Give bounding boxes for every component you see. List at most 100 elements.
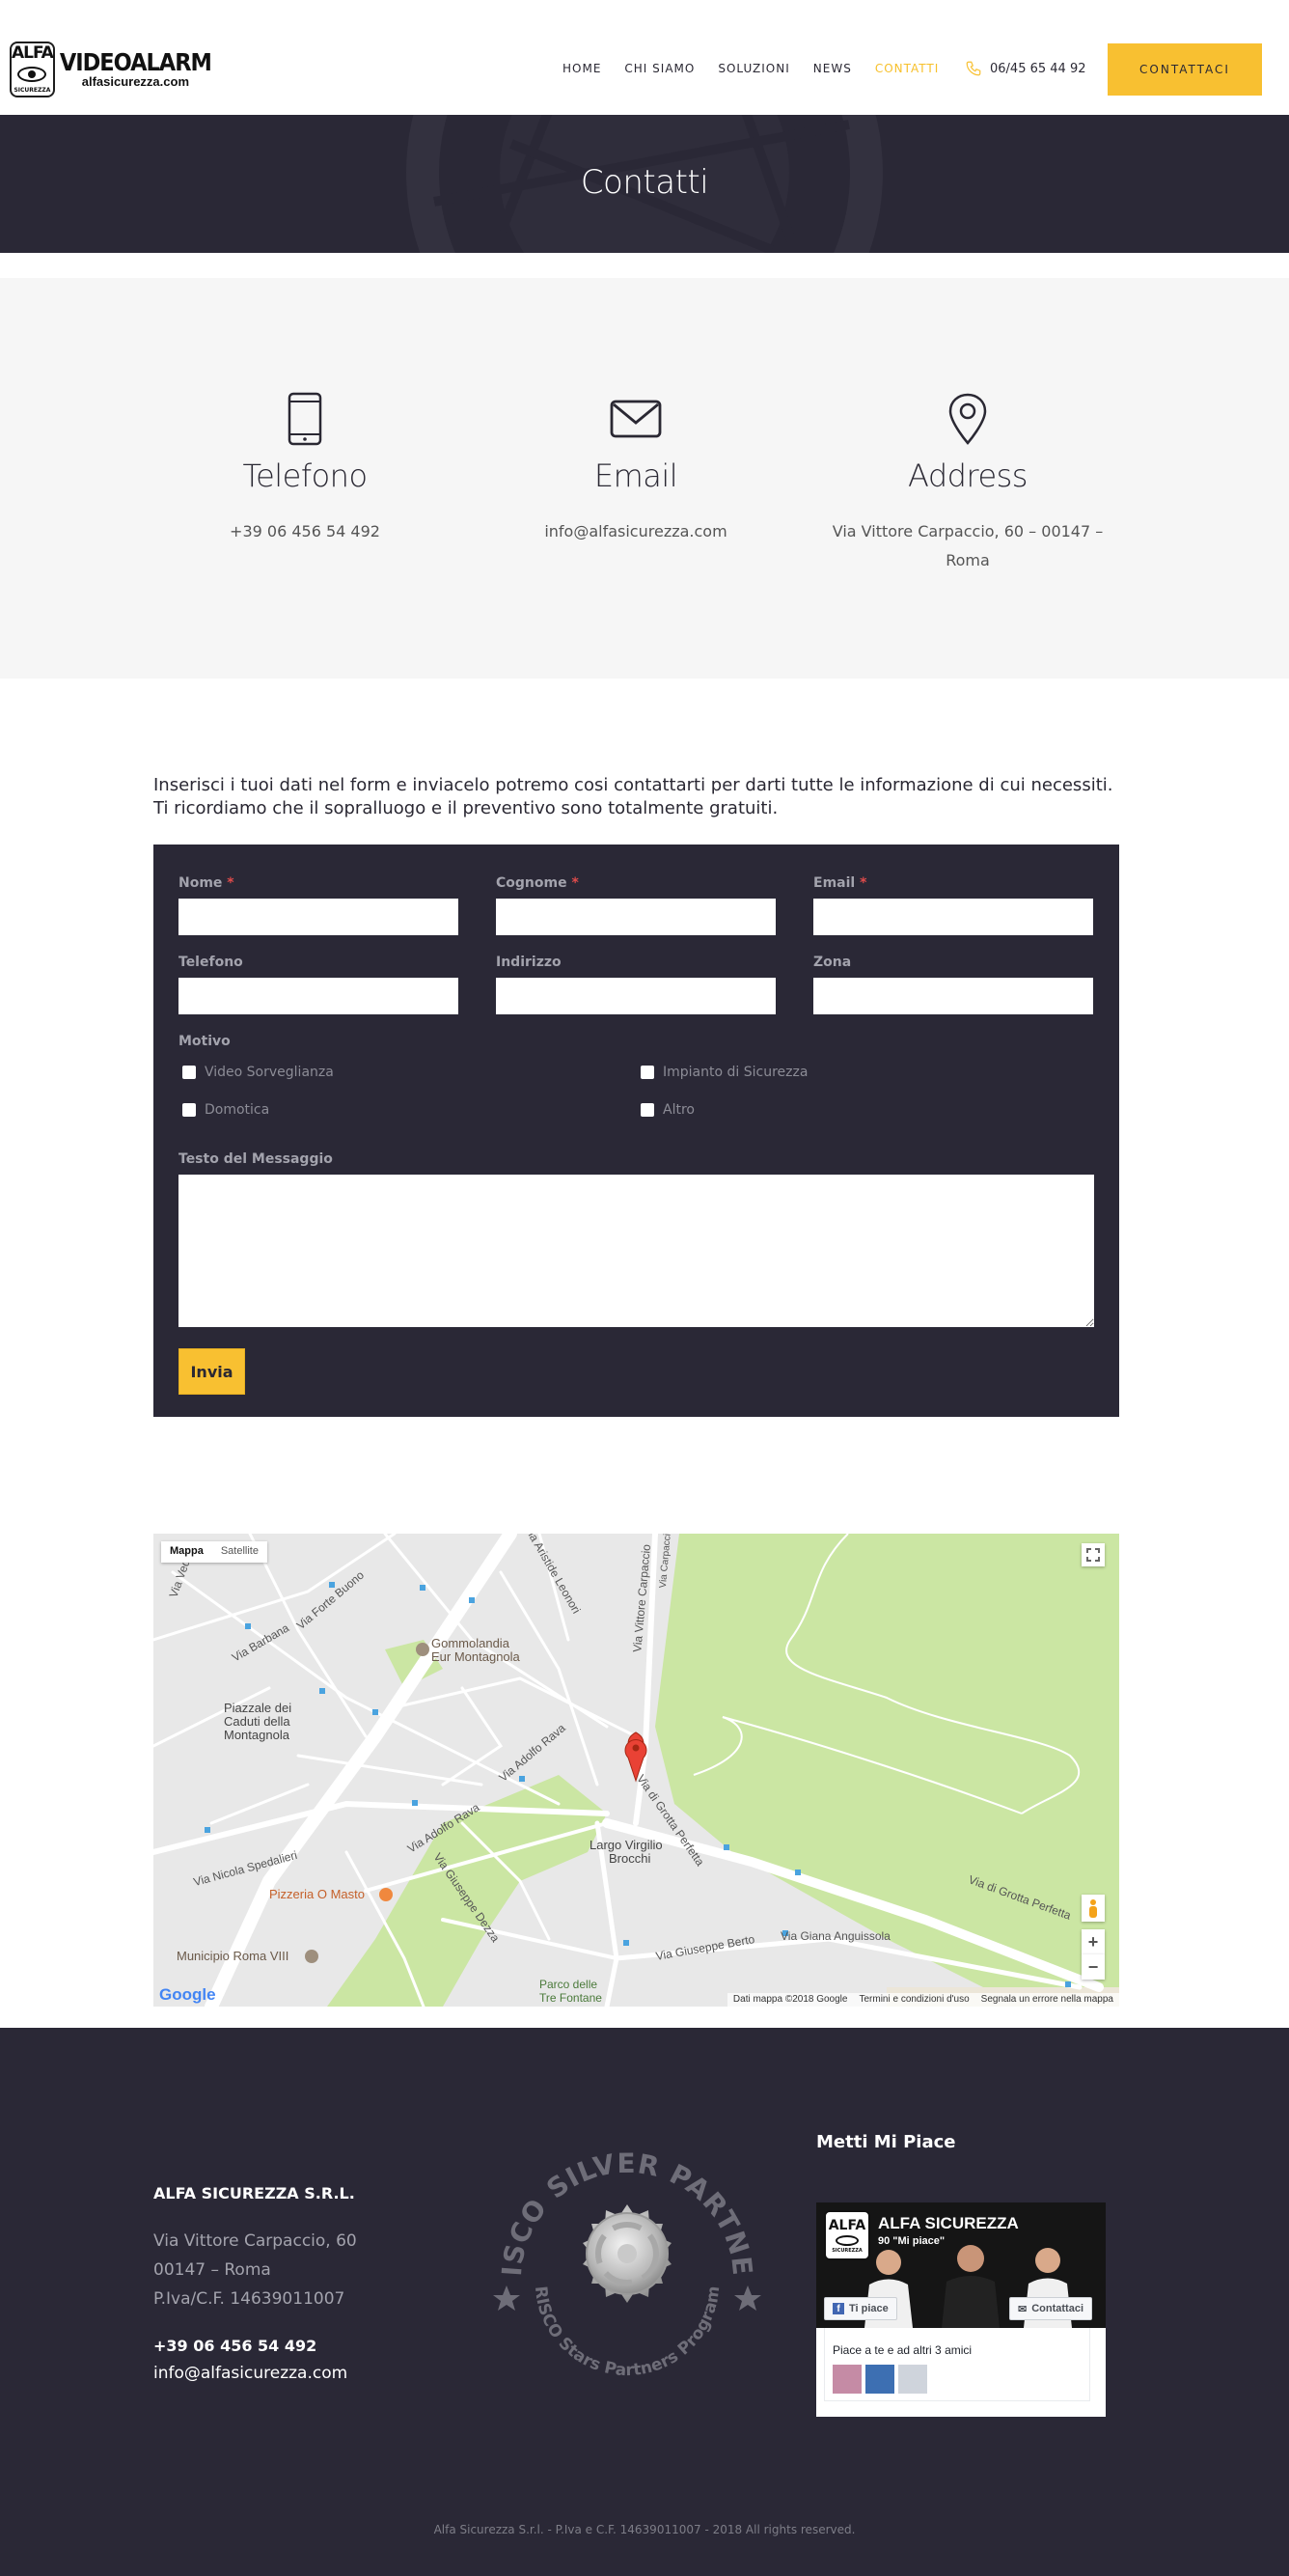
- telefono-field[interactable]: [178, 978, 458, 1014]
- logo-badge-sub: SICUREZZA: [14, 87, 51, 94]
- eye-icon: [836, 2234, 859, 2246]
- google-logo: Google: [159, 1985, 216, 2004]
- checkbox-impianto-sicurezza[interactable]: Impianto di Sicurezza: [641, 1065, 808, 1080]
- fb-contact-button[interactable]: ✉ Contattaci: [1009, 2297, 1092, 2320]
- checkbox[interactable]: [641, 1103, 654, 1117]
- map-terms-link[interactable]: Termini e condizioni d'uso: [853, 1993, 974, 2007]
- checkbox[interactable]: [182, 1103, 196, 1117]
- info-value-line1: Via Vittore Carpaccio, 60 – 00147 –: [832, 522, 1104, 540]
- map-type-toggle: Mappa Satellite: [161, 1541, 267, 1563]
- google-map[interactable]: Via Vedana Via Barbana Via Forte Buono V…: [153, 1534, 1119, 2007]
- nome-label: Nome *: [178, 875, 234, 891]
- cognome-field[interactable]: [496, 899, 776, 935]
- checkbox-video-sorveglianza[interactable]: Video Sorveglianza: [182, 1065, 334, 1080]
- contattaci-button[interactable]: CONTATTACI: [1108, 43, 1262, 96]
- logo-text: VIDEOALARM alfasicurezza.com: [59, 48, 212, 89]
- risco-silver-partner-badge: RISCO SILVER PARTNER RISCO Stars Partner…: [487, 2139, 761, 2380]
- info-value[interactable]: +39 06 456 54 492: [146, 517, 464, 546]
- logo-badge-text: ALFA: [12, 43, 54, 63]
- pegman-icon: [1089, 1899, 1097, 1918]
- map-data-credit: Dati mappa ©2018 Google: [732, 1994, 848, 2005]
- facebook-section-title: Metti Mi Piace: [816, 2132, 956, 2152]
- site-logo[interactable]: ALFA SICUREZZA VIDEOALARM alfasicurezza.…: [10, 41, 212, 98]
- motivo-label: Motivo: [178, 1034, 231, 1049]
- telefono-label: Telefono: [178, 955, 243, 970]
- site-header: ALFA SICUREZZA VIDEOALARM alfasicurezza.…: [0, 0, 1289, 115]
- fullscreen-button[interactable]: [1082, 1543, 1105, 1566]
- contact-info-band: Telefono +39 06 456 54 492 Email info@al…: [0, 278, 1289, 679]
- nome-field[interactable]: [178, 899, 458, 935]
- friend-avatar[interactable]: [833, 2365, 862, 2394]
- fb-page-name[interactable]: ALFA SICUREZZA: [878, 2214, 1019, 2233]
- header-phone[interactable]: 06/45 65 44 92: [965, 60, 1086, 77]
- nav-news[interactable]: NEWS: [813, 62, 852, 77]
- intro-line-1: Inserisci i tuoi dati nel form e inviace…: [153, 775, 1113, 795]
- copyright: Alfa Sicurezza S.r.l. - P.Iva e C.F. 146…: [433, 2523, 856, 2536]
- logo-title: VIDEOALARM: [59, 48, 212, 76]
- nav-chi-siamo[interactable]: CHI SIAMO: [624, 62, 695, 77]
- facebook-cover[interactable]: ALFA SICUREZZA ALFA SICUREZZA 90 "Mi pia…: [816, 2202, 1106, 2328]
- friend-avatar[interactable]: [865, 2365, 894, 2394]
- pegman-button[interactable]: [1082, 1895, 1105, 1922]
- main-nav: HOME CHI SIAMO SOLUZIONI NEWS CONTATTI: [562, 62, 962, 77]
- info-title: Address: [908, 457, 1028, 494]
- fb-page-logo[interactable]: ALFA SICUREZZA: [824, 2210, 870, 2260]
- friend-avatar[interactable]: [898, 2365, 927, 2394]
- info-title: Email: [593, 457, 678, 494]
- envelope-icon: [610, 400, 662, 438]
- zoom-out-button[interactable]: −: [1082, 1954, 1105, 1980]
- contact-form: Nome * Cognome * Email * Telefono Indiri…: [153, 845, 1119, 1417]
- info-address: Address Via Vittore Carpaccio, 60 – 0014…: [809, 392, 1127, 575]
- info-telefono: Telefono +39 06 456 54 492: [146, 392, 464, 546]
- nav-home[interactable]: HOME: [562, 62, 601, 77]
- footer-address: Via Vittore Carpaccio, 60 00147 – Roma P…: [153, 2231, 357, 2309]
- fb-friends-box: Piace a te e ad altri 3 amici: [824, 2328, 1090, 2401]
- nav-contatti[interactable]: CONTATTI: [875, 62, 939, 77]
- info-title: Telefono: [242, 457, 368, 494]
- info-value[interactable]: info@alfasicurezza.com: [477, 517, 795, 546]
- smartphone-icon: [288, 392, 322, 446]
- cognome-label: Cognome *: [496, 875, 579, 891]
- logo-badge: ALFA SICUREZZA: [10, 42, 55, 97]
- indirizzo-label: Indirizzo: [496, 955, 562, 970]
- fb-friends-text: Piace a te e ad altri 3 amici: [833, 2343, 973, 2357]
- zona-label: Zona: [813, 955, 852, 970]
- checkbox[interactable]: [182, 1066, 196, 1079]
- envelope-icon: ✉: [1018, 2303, 1028, 2315]
- info-email: Email info@alfasicurezza.com: [477, 392, 795, 546]
- info-value-line2: Roma: [946, 551, 990, 569]
- logo-site: alfasicurezza.com: [81, 74, 190, 89]
- facebook-icon: f: [833, 2303, 844, 2314]
- fb-like-button[interactable]: f Ti piace: [824, 2297, 897, 2320]
- fb-page-likes: 90 "Mi piace": [878, 2235, 946, 2247]
- invia-button[interactable]: Invia: [178, 1348, 245, 1395]
- fullscreen-icon: [1086, 1548, 1100, 1562]
- message-label: Testo del Messaggio: [178, 1151, 333, 1167]
- footer-company: ALFA SICUREZZA S.R.L.: [153, 2184, 355, 2202]
- nav-soluzioni[interactable]: SOLUZIONI: [718, 62, 789, 77]
- map-report-link[interactable]: Segnala un errore nella mappa: [975, 1993, 1119, 2007]
- footer-email[interactable]: info@alfasicurezza.com: [153, 2364, 347, 2383]
- indirizzo-field[interactable]: [496, 978, 776, 1014]
- checkbox-domotica[interactable]: Domotica: [182, 1102, 269, 1118]
- checkbox-altro[interactable]: Altro: [641, 1102, 695, 1118]
- map-tab-mappa[interactable]: Mappa: [161, 1541, 212, 1563]
- map-attribution: Dati mappa ©2018 Google Termini e condiz…: [727, 1993, 1119, 2007]
- email-label: Email *: [813, 875, 867, 891]
- page-title: Contatti: [580, 163, 709, 202]
- message-textarea[interactable]: [178, 1175, 1094, 1327]
- intro-line-2: Ti ricordiamo che il sopralluogo e il pr…: [153, 798, 779, 818]
- phone-icon: [966, 61, 981, 76]
- checkbox[interactable]: [641, 1066, 654, 1079]
- header-phone-number: 06/45 65 44 92: [990, 61, 1086, 76]
- site-footer: ALFA SICUREZZA S.R.L. Via Vittore Carpac…: [0, 2028, 1289, 2576]
- footer-phone[interactable]: +39 06 456 54 492: [153, 2337, 316, 2355]
- zona-field[interactable]: [813, 978, 1093, 1014]
- zoom-in-button[interactable]: +: [1082, 1929, 1105, 1954]
- map-tab-satellite[interactable]: Satellite: [212, 1541, 267, 1563]
- form-intro: Inserisci i tuoi dati nel form e inviace…: [153, 774, 1138, 820]
- facebook-page-widget[interactable]: ALFA SICUREZZA ALFA SICUREZZA 90 "Mi pia…: [816, 2202, 1106, 2417]
- map-pin-icon: [948, 393, 987, 445]
- map-labels: Via Vedana Via Barbana Via Forte Buono V…: [166, 1534, 1073, 2005]
- email-field[interactable]: [813, 899, 1093, 935]
